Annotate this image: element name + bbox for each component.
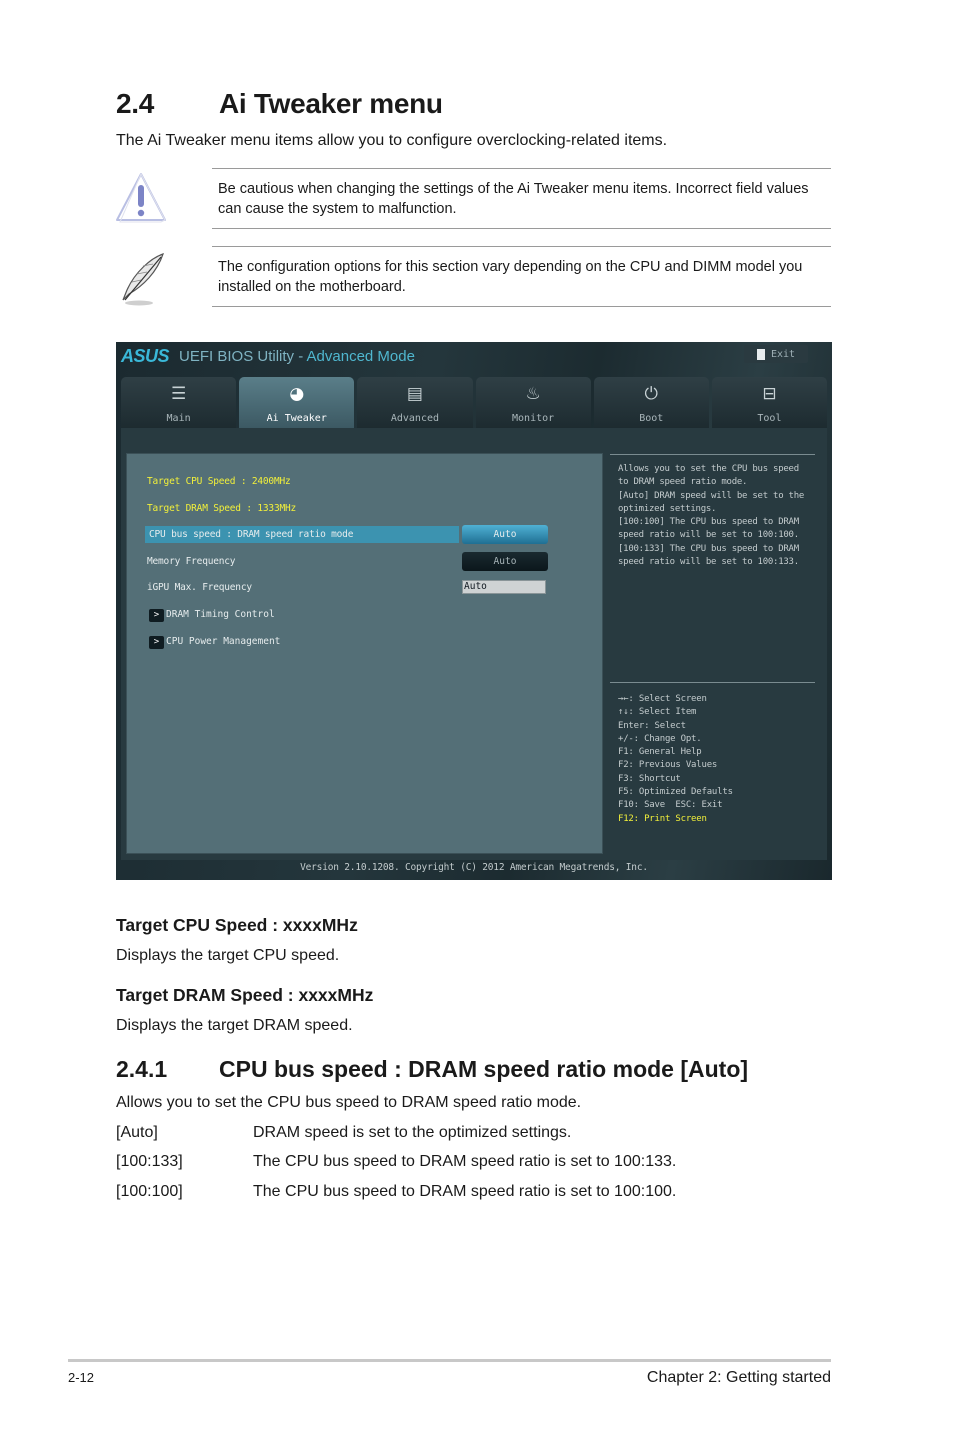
key-hint: +/-: Change Opt. — [618, 733, 702, 744]
bios-title: UEFI BIOS Utility - Advanced Mode — [179, 348, 415, 365]
target-cpu-heading: Target CPU Speed : xxxxMHz — [116, 915, 358, 935]
tab-tool[interactable]: ⊟ Tool — [711, 377, 828, 428]
help-divider-top — [610, 454, 815, 455]
list-icon: ☰ — [170, 384, 187, 404]
caution-note: Be cautious when changing the settings o… — [212, 168, 831, 229]
ratio-mode-value[interactable]: Auto — [462, 525, 548, 544]
key-hint: F5: Optimized Defaults — [618, 787, 733, 798]
tab-advanced[interactable]: ▤ Advanced — [357, 377, 473, 428]
monitor-icon: ♨ — [525, 384, 541, 404]
help-pane: Allows you to set the CPU bus speed to D… — [610, 453, 823, 854]
target-dram-desc: Displays the target DRAM speed. — [116, 1017, 353, 1034]
option-desc: The CPU bus speed to DRAM speed ratio is… — [253, 1183, 677, 1200]
tab-monitor[interactable]: ♨ Monitor — [475, 377, 591, 428]
page-number: 2-12 — [68, 1370, 95, 1385]
target-cpu-speed: Target CPU Speed : 2400MHz — [147, 476, 291, 487]
memory-frequency-item[interactable]: Memory Frequency — [147, 553, 236, 570]
option-row: [100:100] The CPU bus speed to DRAM spee… — [116, 1183, 676, 1201]
bios-title-bar: ASUS UEFI BIOS Utility - Advanced Mode — [121, 344, 415, 368]
bios-body: Target CPU Speed : 2400MHz Target DRAM S… — [121, 428, 827, 860]
bios-version-footer: Version 2.10.1208. Copyright (C) 2012 Am… — [300, 862, 648, 873]
bios-mode: Advanced Mode — [306, 347, 415, 365]
cpu-power-management-link[interactable]: > CPU Power Management — [149, 635, 280, 649]
warning-icon — [113, 170, 169, 224]
chevron-right-icon: > — [149, 608, 164, 622]
ratio-mode-item[interactable]: CPU bus speed : DRAM speed ratio mode — [145, 526, 459, 543]
bios-title-prefix: UEFI BIOS Utility - — [179, 347, 307, 365]
tab-label: Advanced — [390, 413, 440, 424]
option-key: [Auto] — [116, 1124, 158, 1141]
tab-main[interactable]: ☰ Main — [121, 377, 237, 428]
subsection-heading: 2.4.1 CPU bus speed : DRAM speed ratio mo… — [116, 1056, 748, 1083]
key-legend: →←: Select Screen ↑↓: Select Item Enter:… — [618, 693, 733, 826]
tab-label: Ai Tweaker — [266, 413, 327, 424]
dram-timing-control-link[interactable]: > DRAM Timing Control — [149, 608, 275, 622]
exit-label: Exit — [770, 348, 796, 360]
tab-label: Boot — [639, 413, 664, 424]
tab-ai-tweaker[interactable]: ◕ Ai Tweaker — [239, 377, 355, 428]
section-heading: 2.4 Ai Tweaker menu — [116, 88, 443, 120]
note-feather-icon — [113, 250, 169, 308]
key-hint-print-screen: F12: Print Screen — [618, 813, 707, 824]
section-intro: The Ai Tweaker menu items allow you to c… — [116, 132, 668, 149]
bios-screenshot: ASUS UEFI BIOS Utility - Advanced Mode E… — [116, 342, 832, 880]
option-row: [100:133] The CPU bus speed to DRAM spee… — [116, 1153, 676, 1171]
option-row: [Auto] DRAM speed is set to the optimize… — [116, 1124, 571, 1142]
subsection-title: CPU bus speed : DRAM speed ratio mode [A… — [219, 1056, 749, 1082]
tab-boot[interactable]: ⏻ Boot — [593, 377, 709, 428]
bios-tab-bar: ☰ Main ◕ Ai Tweaker ▤ Advanced ♨ Monitor… — [121, 377, 828, 428]
key-hint: Enter: Select — [618, 720, 686, 731]
power-icon: ⏻ — [644, 384, 658, 404]
settings-pane: Target CPU Speed : 2400MHz Target DRAM S… — [126, 453, 603, 854]
advanced-icon: ▤ — [406, 384, 423, 404]
key-hint: F2: Previous Values — [618, 760, 718, 771]
submenu-label: DRAM Timing Control — [166, 609, 275, 620]
option-desc: The CPU bus speed to DRAM speed ratio is… — [253, 1153, 677, 1170]
option-desc: DRAM speed is set to the optimized setti… — [253, 1124, 572, 1141]
igpu-frequency-input[interactable]: Auto — [462, 580, 546, 594]
key-hint: →←: Select Screen — [618, 694, 707, 704]
igpu-frequency-item[interactable]: iGPU Max. Frequency — [147, 579, 252, 596]
tool-icon: ⊟ — [762, 384, 777, 404]
exit-door-icon — [756, 348, 765, 360]
option-key: [100:100] — [116, 1183, 183, 1200]
exit-button[interactable]: Exit — [744, 345, 808, 363]
target-cpu-desc: Displays the target CPU speed. — [116, 947, 340, 964]
chevron-right-icon: > — [149, 635, 164, 649]
tab-label: Main — [166, 413, 191, 424]
key-hint: ↑↓: Select Item — [618, 707, 697, 718]
config-note: The configuration options for this secti… — [212, 246, 831, 307]
footer-divider — [68, 1359, 831, 1362]
key-hint: F10: Save ESC: Exit — [618, 800, 723, 811]
ai-tweaker-icon: ◕ — [289, 384, 305, 404]
chapter-label: Chapter 2: Getting started — [646, 1369, 831, 1386]
submenu-label: CPU Power Management — [166, 636, 281, 647]
key-hint: F3: Shortcut — [618, 773, 681, 784]
tab-label: Tool — [757, 413, 782, 424]
tab-label: Monitor — [512, 413, 555, 424]
target-dram-heading: Target DRAM Speed : xxxxMHz — [116, 985, 374, 1005]
section-title: Ai Tweaker menu — [219, 88, 443, 119]
subsection-intro: Allows you to set the CPU bus speed to D… — [116, 1094, 582, 1111]
subsection-number: 2.4.1 — [116, 1056, 168, 1082]
section-number: 2.4 — [116, 88, 155, 119]
key-hint: F1: General Help — [618, 747, 702, 758]
memory-frequency-value[interactable]: Auto — [462, 552, 548, 571]
target-dram-speed: Target DRAM Speed : 1333MHz — [147, 503, 297, 514]
help-divider-bottom — [610, 682, 815, 683]
help-text: Allows you to set the CPU bus speed to D… — [618, 464, 805, 568]
asus-logo: ASUS — [121, 345, 170, 366]
option-key: [100:133] — [116, 1153, 183, 1170]
